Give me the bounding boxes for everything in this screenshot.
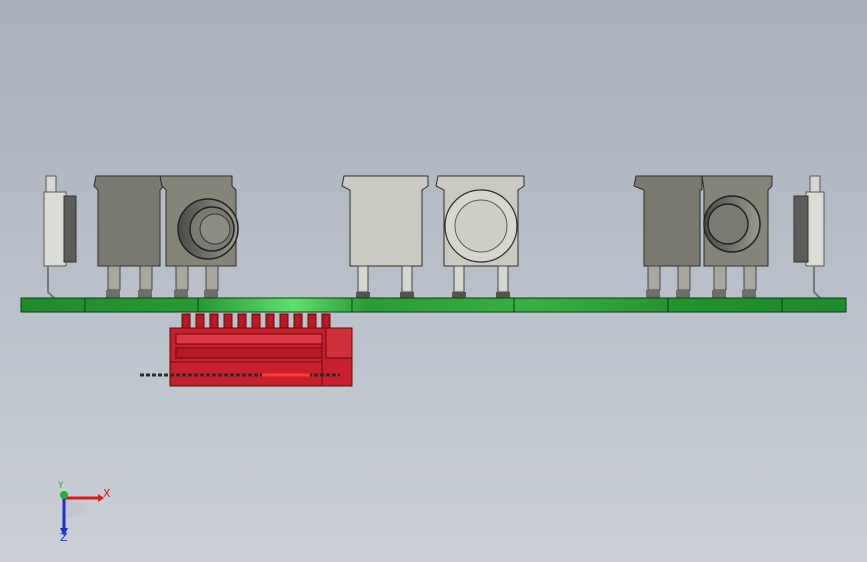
red-connector[interactable]	[140, 313, 353, 387]
tact-switch-right-dark[interactable]	[633, 175, 703, 298]
triad-x-label: X	[103, 487, 111, 500]
side-switch-right[interactable]	[793, 175, 825, 301]
tact-switch-left-ring[interactable]	[159, 175, 239, 298]
cad-viewport[interactable]: X Y Z	[0, 0, 867, 562]
side-switch-left[interactable]	[43, 175, 77, 301]
triad-z-label: Z	[60, 531, 68, 544]
tact-switch-left-dark[interactable]	[93, 175, 165, 298]
tact-switch-center-right[interactable]	[435, 175, 525, 298]
pcb-board[interactable]	[20, 297, 847, 313]
triad-y-label: Y	[58, 481, 64, 491]
tact-switch-right-ring[interactable]	[701, 175, 773, 298]
connector-pins	[181, 313, 331, 329]
tact-switch-center-left[interactable]	[341, 175, 429, 298]
coordinate-triad-icon	[60, 491, 104, 536]
cad-model-scene[interactable]	[0, 0, 867, 562]
